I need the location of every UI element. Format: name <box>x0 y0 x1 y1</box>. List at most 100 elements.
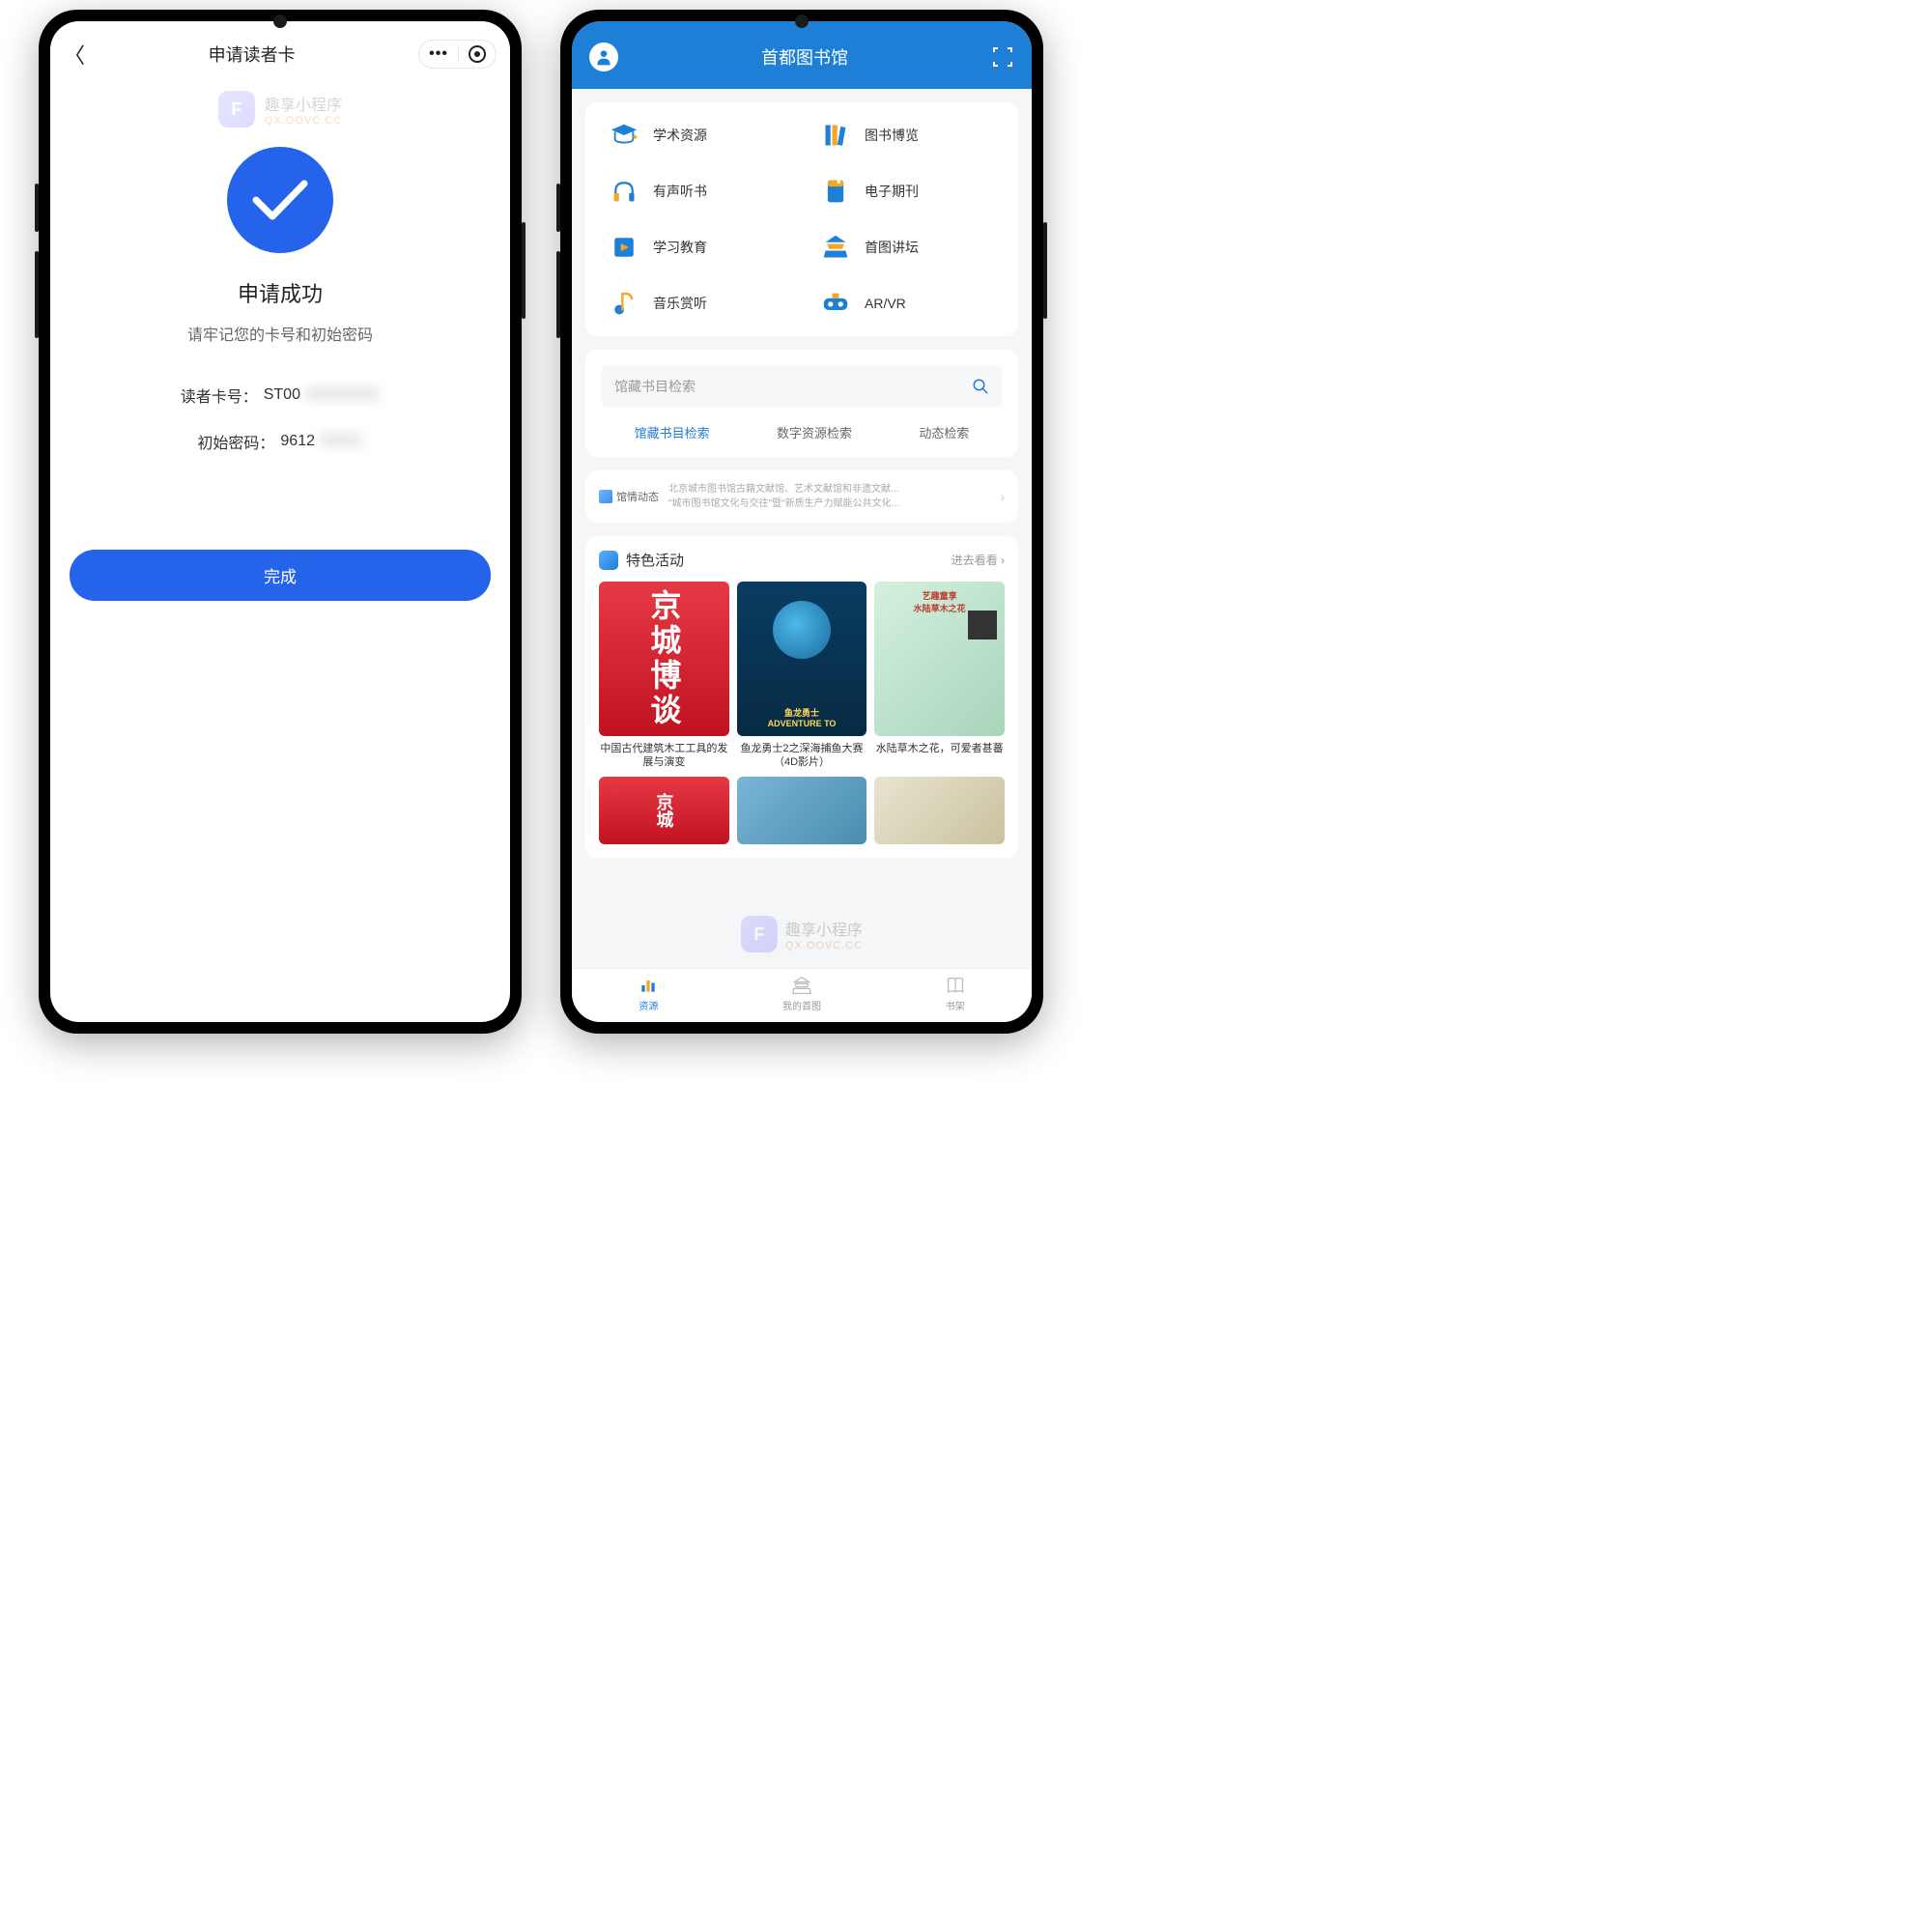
books-icon <box>820 120 851 151</box>
news-lines: 北京城市图书馆古籍文献馆、艺术文献馆和非遗文献... "城市图书馆文化与交往"暨… <box>668 482 990 511</box>
phone-frame-right: 首都图书馆 学术资源 图书博览 有声听书 电子期刊 <box>560 10 1043 1034</box>
grid-label: 学习教育 <box>653 238 707 257</box>
grid-item-lecture[interactable]: 首图讲坛 <box>807 232 1009 263</box>
poster-caption: 中国古代建筑木工工具的发展与演变 <box>599 742 729 771</box>
more-icon[interactable]: ••• <box>429 45 448 63</box>
tab-bookshelf[interactable]: 书架 <box>878 975 1032 1012</box>
scan-icon[interactable] <box>991 45 1014 69</box>
search-placeholder: 馆藏书目检索 <box>614 377 696 396</box>
grid-label: AR/VR <box>865 296 906 311</box>
poster-caption: 水陆草木之花，可爱者甚蕃 <box>874 742 1005 771</box>
section-icon <box>599 551 618 570</box>
header-title: 首都图书馆 <box>761 44 848 70</box>
grid-item-academic[interactable]: 学术资源 <box>595 120 797 151</box>
fish-graphic <box>773 601 831 659</box>
book-open-icon <box>945 975 966 996</box>
tabbar: 资源 我的首图 书架 <box>572 968 1032 1022</box>
power-button <box>522 222 526 319</box>
activity-row-2: 京城 <box>599 777 1005 844</box>
camera-notch <box>795 14 809 28</box>
watermark-icon: F <box>741 916 778 952</box>
grid-label: 学术资源 <box>653 126 707 145</box>
activity-item[interactable]: 京城博谈 中国古代建筑木工工具的发展与演变 <box>599 582 729 771</box>
titlebar: 〈 申请读者卡 ••• <box>50 21 510 81</box>
volume-button <box>556 184 560 232</box>
activity-item[interactable]: 鱼龙勇士ADVENTURE TO 鱼龙勇士2之深海捕鱼大赛（4D影片） <box>737 582 867 771</box>
poster-text: 京城 <box>651 793 676 828</box>
watermark-title: 趣享小程序 <box>265 92 342 115</box>
see-more-link[interactable]: 进去看看 › <box>952 552 1005 568</box>
grid-item-books[interactable]: 图书博览 <box>807 120 1009 151</box>
search-tab-dynamic[interactable]: 动态检索 <box>919 423 969 441</box>
card-number-masked: 0000000 <box>306 386 380 404</box>
activity-row: 京城博谈 中国古代建筑木工工具的发展与演变 鱼龙勇士ADVENTURE TO 鱼… <box>599 582 1005 771</box>
grid-item-audio[interactable]: 有声听书 <box>595 176 797 207</box>
poster-small-2[interactable] <box>737 777 867 844</box>
graduation-icon <box>609 120 639 151</box>
poster-subtitle: 鱼龙勇士ADVENTURE TO <box>737 706 867 728</box>
poster-small-1[interactable]: 京城 <box>599 777 729 844</box>
tab-label: 资源 <box>639 998 658 1012</box>
grid-item-music[interactable]: 音乐赏听 <box>595 288 797 319</box>
complete-button[interactable]: 完成 <box>70 550 491 601</box>
temple-icon <box>820 232 851 263</box>
watermark-icon: F <box>218 91 255 128</box>
journal-icon <box>820 176 851 207</box>
grid-item-arvr[interactable]: AR/VR <box>807 288 1009 319</box>
video-file-icon <box>609 232 639 263</box>
poster-jingcheng: 京城博谈 <box>599 582 729 736</box>
avatar-icon[interactable] <box>589 43 618 71</box>
grid-item-education[interactable]: 学习教育 <box>595 232 797 263</box>
poster-caption: 鱼龙勇士2之深海捕鱼大赛（4D影片） <box>737 742 867 771</box>
poster-small-3[interactable] <box>874 777 1005 844</box>
card-number-value: ST00 <box>264 386 300 404</box>
success-subtitle: 请牢记您的卡号和初始密码 <box>50 322 510 345</box>
close-target-icon[interactable] <box>469 45 486 63</box>
grid-item-journal[interactable]: 电子期刊 <box>807 176 1009 207</box>
search-tab-digital[interactable]: 数字资源检索 <box>777 423 852 441</box>
search-tab-catalog[interactable]: 馆藏书目检索 <box>635 423 710 441</box>
news-card[interactable]: 馆情动态 北京城市图书馆古籍文献馆、艺术文献馆和非遗文献... "城市图书馆文化… <box>585 470 1018 523</box>
tab-label: 我的首图 <box>782 998 821 1012</box>
watermark: F 趣享小程序 QX.OOVC.CC <box>50 81 510 128</box>
activity-item[interactable]: 艺趣童享水陆草木之花 水陆草木之花，可爱者甚蕃 <box>874 582 1005 771</box>
news-badge: 馆情动态 <box>599 489 659 504</box>
power-button <box>1043 222 1047 319</box>
grid-label: 有声听书 <box>653 182 707 201</box>
header: 首都图书馆 <box>572 21 1032 89</box>
password-value: 9612 <box>280 433 315 450</box>
building-icon <box>791 975 812 996</box>
activity-header: 特色活动 进去看看 › <box>599 550 1005 570</box>
grid-label: 图书博览 <box>865 126 919 145</box>
tab-label: 书架 <box>946 998 965 1012</box>
chevron-right-icon: › <box>1000 489 1005 504</box>
tab-my-library[interactable]: 我的首图 <box>725 975 879 1012</box>
watermark-center: F 趣享小程序 QX.OOVC.CC <box>741 916 863 952</box>
back-icon[interactable]: 〈 <box>64 39 85 70</box>
screen-right: 首都图书馆 学术资源 图书博览 有声听书 电子期刊 <box>572 21 1032 1022</box>
poster-flower: 艺趣童享水陆草木之花 <box>874 582 1005 736</box>
watermark-title: 趣享小程序 <box>785 917 863 940</box>
category-grid: 学术资源 图书博览 有声听书 电子期刊 学习教育 首图讲坛 <box>585 102 1018 336</box>
phone-frame-left: 〈 申请读者卡 ••• F 趣享小程序 QX.OOVC.CC 申请成功 请牢记您… <box>39 10 522 1034</box>
divider <box>458 46 459 62</box>
watermark-sub: QX.OOVC.CC <box>785 940 863 952</box>
poster-fish: 鱼龙勇士ADVENTURE TO <box>737 582 867 736</box>
news-line-2: "城市图书馆文化与交往"暨"新质生产力赋能公共文化... <box>668 497 990 511</box>
grid-label: 电子期刊 <box>865 182 919 201</box>
watermark-sub: QX.OOVC.CC <box>265 115 342 127</box>
news-line-1: 北京城市图书馆古籍文献馆、艺术文献馆和非遗文献... <box>668 482 990 497</box>
screen-left: 〈 申请读者卡 ••• F 趣享小程序 QX.OOVC.CC 申请成功 请牢记您… <box>50 21 510 1022</box>
password-masked: 0000 <box>321 433 363 450</box>
vr-icon <box>820 288 851 319</box>
tab-resources[interactable]: 资源 <box>572 975 725 1012</box>
bars-icon <box>638 975 659 996</box>
news-badge-icon <box>599 490 612 503</box>
poster-text: 京城博谈 <box>641 589 686 728</box>
page-title: 申请读者卡 <box>209 42 296 67</box>
miniprogram-capsule[interactable]: ••• <box>418 40 497 69</box>
search-tabs: 馆藏书目检索 数字资源检索 动态检索 <box>601 423 1003 441</box>
news-label: 馆情动态 <box>616 489 659 504</box>
qr-code <box>968 611 997 639</box>
search-input[interactable]: 馆藏书目检索 <box>601 365 1003 408</box>
